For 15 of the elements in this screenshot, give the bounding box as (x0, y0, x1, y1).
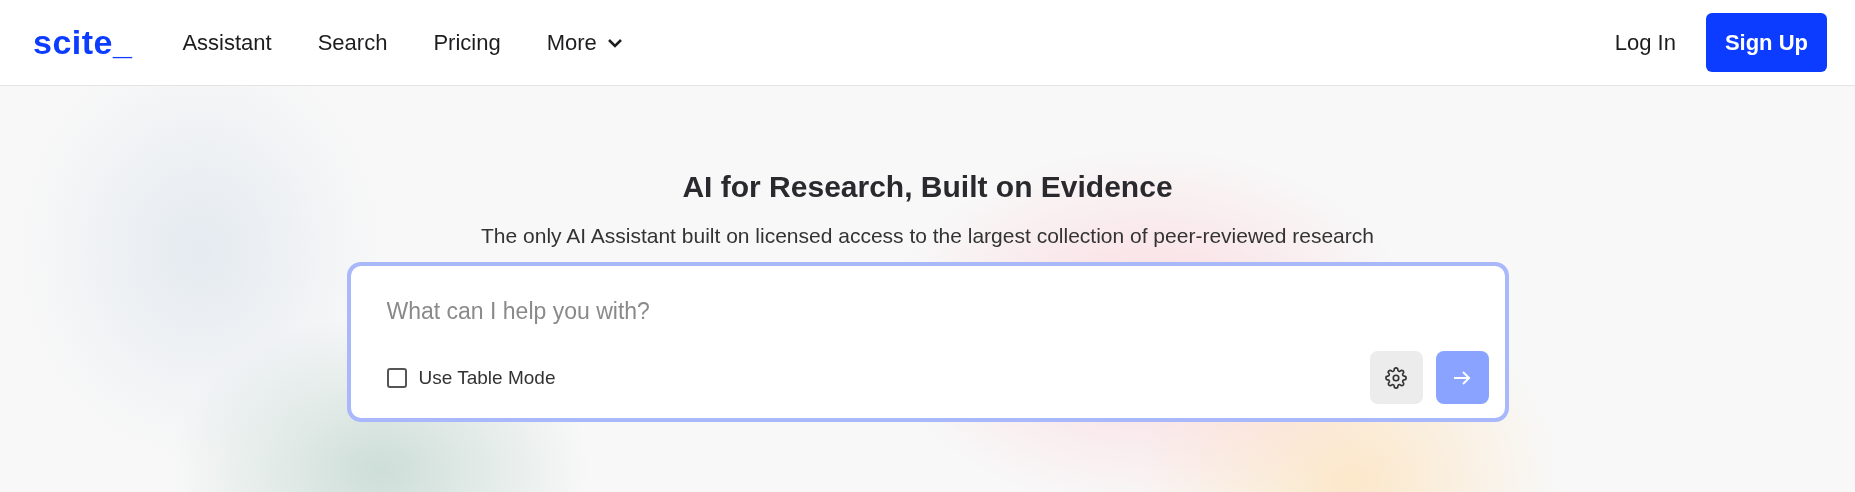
checkbox-label: Use Table Mode (418, 366, 556, 389)
settings-button[interactable] (1369, 351, 1423, 404)
page-title: AI for Research, Built on Evidence (682, 170, 1173, 204)
nav-link[interactable]: Pricing (433, 29, 501, 56)
sign-up-button[interactable]: Sign Up (1705, 13, 1827, 72)
log-in-link[interactable]: Log In (1614, 29, 1676, 56)
arrow-right-icon (1452, 369, 1472, 386)
more-menu[interactable]: More (546, 29, 623, 56)
settings-icon (1385, 366, 1407, 389)
logo[interactable]: scite_ (33, 23, 133, 62)
table-mode-checkbox[interactable] (386, 367, 407, 388)
chevron-down-icon (606, 37, 623, 48)
nav-link[interactable]: Search (317, 29, 388, 56)
nav-link[interactable]: Assistant (182, 29, 272, 56)
subtitle: The only AI Assistant built on licensed access to the largest collection of peer-reviewed research (481, 224, 1374, 248)
